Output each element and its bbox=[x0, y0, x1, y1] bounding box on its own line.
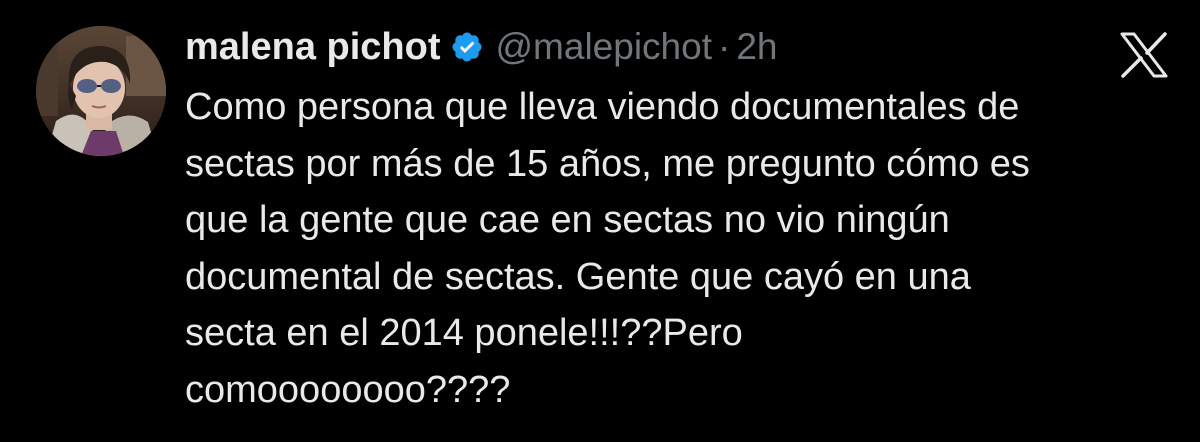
tweet-text-line: que la gente que cae en sectas no vio ni… bbox=[185, 199, 950, 241]
tweet-text-line: Como persona que lleva viendo documental… bbox=[185, 86, 1020, 128]
tweet-text-line: comoooooooo???? bbox=[185, 368, 511, 411]
tweet-text-line: documental de sectas. Gente que cayó en … bbox=[185, 255, 971, 298]
avatar[interactable] bbox=[36, 26, 166, 156]
tweet-text-line: secta en el 2014 ponele!!!??Pero bbox=[185, 312, 743, 354]
tweet-text: Como persona que lleva viendo documental… bbox=[185, 79, 1185, 418]
author-handle[interactable]: @malepichot bbox=[496, 26, 713, 68]
x-logo-icon[interactable] bbox=[1118, 32, 1170, 78]
tweet-timestamp[interactable]: 2h bbox=[736, 26, 777, 68]
tweet-text-line: sectas por más de 15 años, me pregunto c… bbox=[185, 142, 1030, 185]
author-display-name[interactable]: malena pichot bbox=[185, 26, 441, 69]
tweet-card[interactable]: malena pichot @malepichot · 2h Como pers… bbox=[0, 0, 1200, 442]
verified-badge-icon bbox=[450, 30, 484, 64]
tweet-header: malena pichot @malepichot · 2h bbox=[185, 22, 777, 72]
avatar-image bbox=[36, 26, 166, 156]
header-separator: · bbox=[718, 26, 731, 67]
